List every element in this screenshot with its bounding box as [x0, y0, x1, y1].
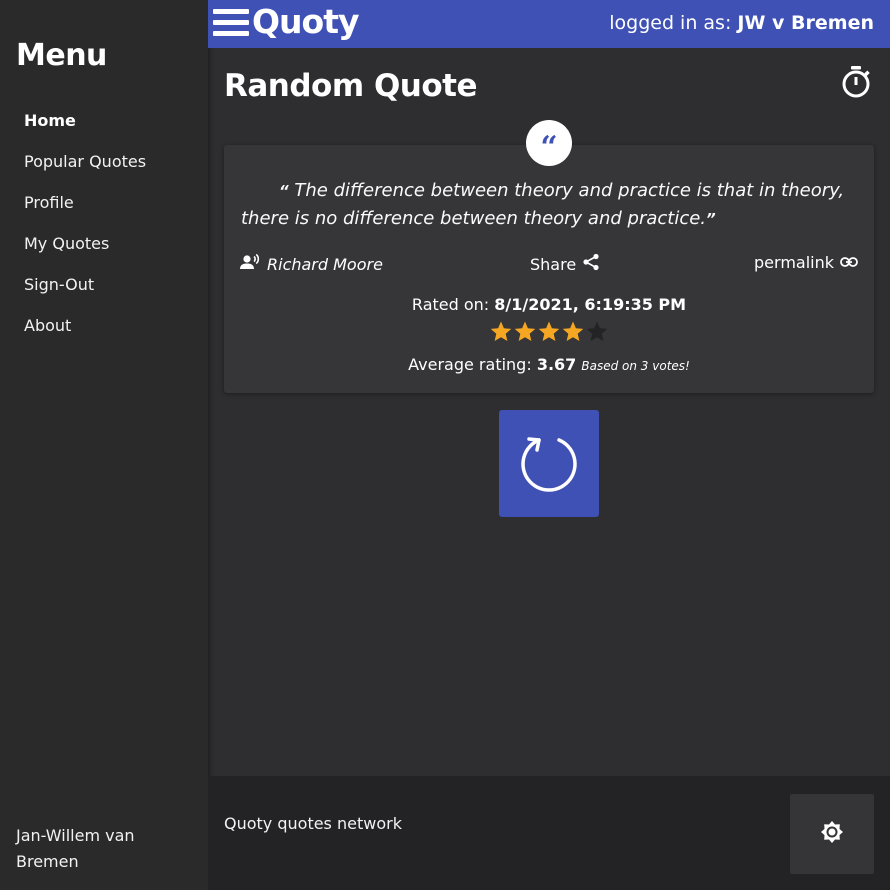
share-button[interactable]: Share — [530, 253, 600, 275]
author-name: Richard Moore — [267, 254, 383, 274]
quote-icon: “ — [526, 120, 572, 166]
permalink-label: permalink — [754, 253, 834, 272]
theme-toggle-button[interactable] — [790, 794, 874, 874]
sidebar-item-home[interactable]: Home — [0, 104, 208, 145]
quote-close-mark: ” — [706, 210, 716, 228]
sidebar-item-my-quotes[interactable]: My Quotes — [0, 227, 208, 268]
timer-icon[interactable] — [840, 65, 872, 99]
sidebar-item-popular-quotes[interactable]: Popular Quotes — [0, 145, 208, 186]
sidebar-footer-name: Jan-Willem van Bremen — [16, 826, 135, 871]
sidebar: Menu Home Popular Quotes Profile My Quot… — [0, 0, 208, 890]
avg-prefix: Average rating: — [408, 355, 537, 374]
share-label: Share — [530, 254, 577, 274]
login-user[interactable]: JW v Bremen — [737, 12, 874, 34]
quote-card: “ The difference between theory and prac… — [224, 145, 874, 393]
login-prefix: logged in as: — [609, 12, 738, 34]
sidebar-item-about[interactable]: About — [0, 309, 208, 350]
permalink-link[interactable]: permalink — [754, 253, 858, 272]
footer: Quoty quotes network — [208, 776, 890, 890]
top-bar: Quoty logged in as: JW v Bremen — [208, 0, 890, 48]
speaker-icon — [240, 253, 267, 275]
page-title: Random Quote — [224, 68, 478, 104]
quote-open-mark: “ — [279, 182, 289, 200]
star-1-filled[interactable] — [489, 320, 513, 344]
star-4-filled[interactable] — [561, 320, 585, 344]
refresh-icon — [517, 430, 581, 498]
star-rating — [489, 320, 609, 346]
footer-text: Quoty quotes network — [224, 814, 402, 833]
share-icon — [576, 253, 600, 275]
quote-actions: Richard Moore Share permalink — [240, 253, 858, 277]
brand-logo[interactable]: Quoty — [252, 2, 360, 41]
avg-value: 3.67 — [536, 355, 577, 374]
average-rating: Average rating: 3.67 Based on 3 votes! — [224, 355, 874, 374]
brightness-icon — [820, 820, 844, 848]
menu-title: Menu — [16, 38, 107, 73]
login-status: logged in as: JW v Bremen — [609, 12, 874, 34]
quote-body: The difference between theory and practi… — [241, 180, 845, 229]
rated-prefix: Rated on: — [411, 295, 495, 314]
refresh-button[interactable] — [499, 410, 599, 517]
votes-text: Based on 3 votes! — [581, 359, 690, 373]
hamburger-icon[interactable] — [213, 9, 249, 39]
rated-on: Rated on: 8/1/2021, 6:19:35 PM — [224, 295, 874, 314]
sidebar-nav: Home Popular Quotes Profile My Quotes Si… — [0, 104, 208, 350]
star-2-filled[interactable] — [513, 320, 537, 344]
sidebar-item-profile[interactable]: Profile — [0, 186, 208, 227]
star-5-empty[interactable] — [585, 320, 609, 344]
author-link[interactable]: Richard Moore — [240, 253, 383, 275]
rated-date: 8/1/2021, 6:19:35 PM — [494, 295, 687, 314]
star-3-filled[interactable] — [537, 320, 561, 344]
sidebar-item-sign-out[interactable]: Sign-Out — [0, 268, 208, 309]
quote-text: “ The difference between theory and prac… — [241, 177, 861, 233]
link-icon — [834, 253, 858, 272]
